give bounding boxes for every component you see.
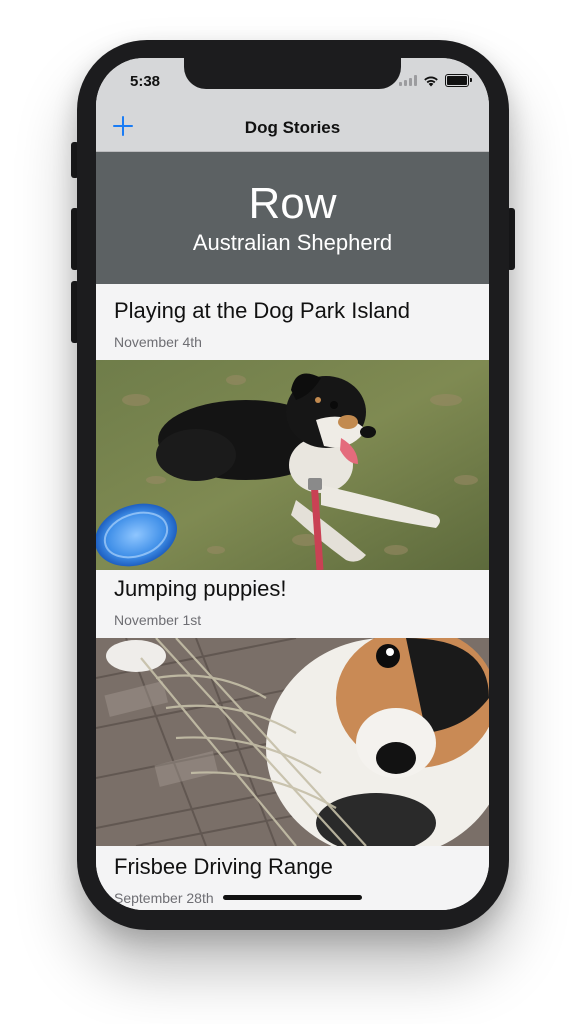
status-icons [399, 74, 472, 87]
notch [184, 58, 401, 89]
story-item[interactable]: Frisbee Driving Range September 28th [96, 846, 489, 910]
story-photo-dog-on-grass[interactable] [96, 360, 489, 570]
story-date: November 1st [114, 612, 202, 628]
nav-title: Dog Stories [244, 118, 341, 137]
dog-profile-header: Row Australian Shepherd [96, 152, 489, 284]
battery-icon [445, 74, 472, 87]
story-date: November 4th [114, 334, 202, 350]
home-indicator[interactable] [223, 895, 362, 900]
story-title: Playing at the Dog Park Island [114, 298, 410, 323]
story-photo-puppy-in-cart[interactable] [96, 638, 489, 846]
story-title: Frisbee Driving Range [114, 854, 333, 879]
story-date: September 28th [114, 890, 214, 906]
dog-name: Row [248, 179, 337, 228]
cellular-signal-icon [399, 75, 417, 86]
navigation-bar: Dog Stories [96, 106, 489, 152]
status-time: 5:38 [130, 73, 161, 90]
story-item[interactable]: Playing at the Dog Park Island November … [96, 284, 489, 360]
dog-breed: Australian Shepherd [192, 230, 393, 255]
device-mockup: 5:38 Dog Stories Row Australian Shepherd… [0, 0, 585, 1024]
app-screen: 5:38 Dog Stories Row Australian Shepherd… [96, 58, 489, 910]
wifi-icon [424, 76, 438, 86]
story-item[interactable]: Jumping puppies! November 1st [96, 570, 489, 638]
story-title: Jumping puppies! [114, 576, 287, 601]
